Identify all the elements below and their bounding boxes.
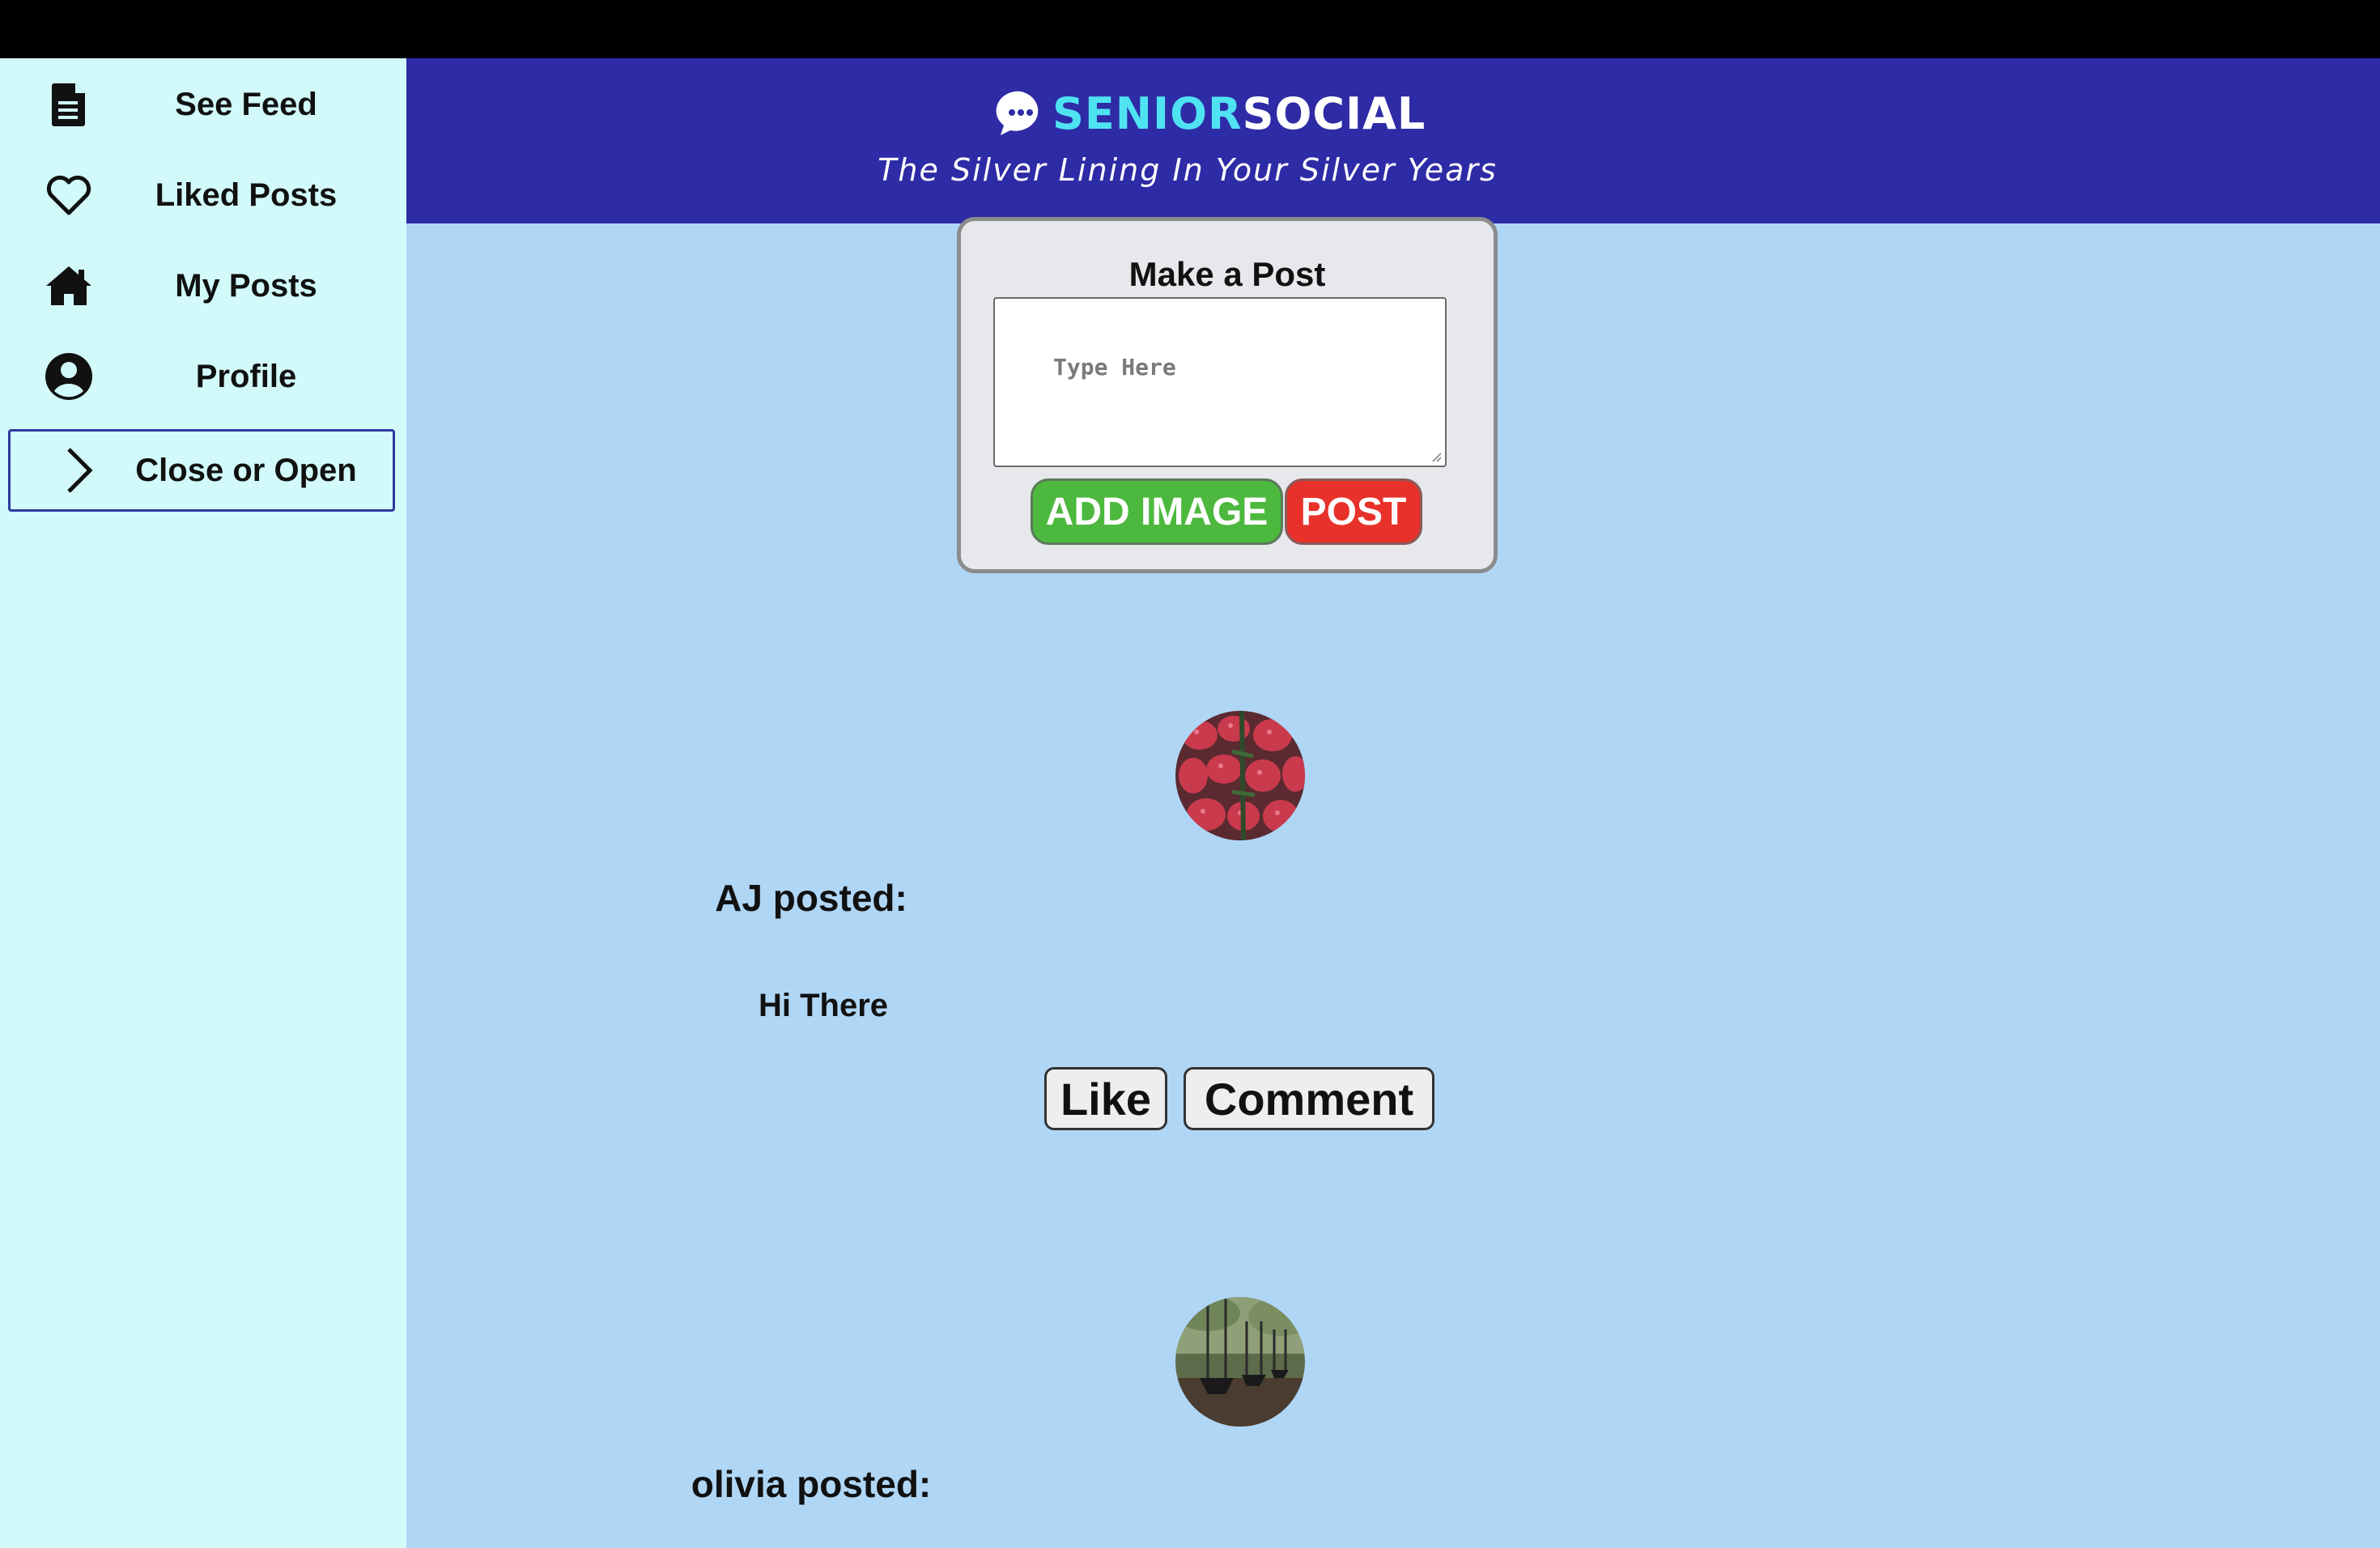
- post-author: AJ posted:: [715, 877, 907, 919]
- sidebar-item-profile[interactable]: Profile: [8, 335, 395, 418]
- tagline: The Silver Lining In Your Silver Years: [878, 152, 1498, 188]
- like-button[interactable]: Like: [1044, 1067, 1167, 1130]
- sidebar-toggle-button[interactable]: Close or Open: [8, 429, 395, 512]
- sidebar-item-liked-posts[interactable]: Liked Posts: [8, 154, 395, 236]
- brand-social: SOCIAL: [1242, 87, 1426, 139]
- swings-avatar-image: [1175, 1297, 1305, 1427]
- resize-grip-icon[interactable]: [1429, 449, 1442, 462]
- app-logo: SENIOR SOCIAL: [996, 83, 1426, 144]
- sidebar-item-label: My Posts: [175, 267, 317, 304]
- composer-title: Make a Post: [1128, 255, 1326, 293]
- avatar[interactable]: [1175, 1297, 1305, 1427]
- strawberries-avatar-image: [1175, 711, 1305, 840]
- sidebar-item-label: Profile: [195, 358, 297, 394]
- avatar[interactable]: [1175, 711, 1305, 840]
- post-author: olivia posted:: [691, 1463, 932, 1505]
- add-image-button[interactable]: ADD IMAGE: [1031, 478, 1283, 545]
- comment-button[interactable]: Comment: [1184, 1067, 1434, 1130]
- home-icon: [43, 260, 95, 312]
- chevron-right-icon: [51, 444, 103, 496]
- chat-bubble-icon: [996, 88, 1046, 138]
- post-content: Hi There: [758, 988, 889, 1023]
- app-header: SENIOR SOCIAL The Silver Lining In Your S…: [406, 58, 2380, 223]
- document-icon: [43, 79, 95, 130]
- heart-icon: [43, 169, 95, 221]
- window-top-bar: [0, 0, 2380, 58]
- sidebar-item-see-feed[interactable]: See Feed: [8, 63, 395, 146]
- sidebar: See Feed Liked Posts My Posts Profile Cl…: [0, 58, 406, 1548]
- user-circle-icon: [43, 351, 95, 402]
- sidebar-item-my-posts[interactable]: My Posts: [8, 245, 395, 327]
- post-text-placeholder: Type Here: [1053, 354, 1176, 381]
- sidebar-item-label: Close or Open: [135, 452, 357, 488]
- post-composer: Make a Post Type Here ADD IMAGE POST: [957, 217, 1498, 573]
- post-button[interactable]: POST: [1285, 478, 1422, 545]
- main-content: SENIOR SOCIAL The Silver Lining In Your S…: [406, 58, 2380, 1548]
- sidebar-item-label: See Feed: [175, 86, 317, 122]
- sidebar-item-label: Liked Posts: [155, 176, 338, 213]
- post-text-input[interactable]: Type Here: [993, 297, 1447, 467]
- brand-senior: SENIOR: [1052, 87, 1243, 139]
